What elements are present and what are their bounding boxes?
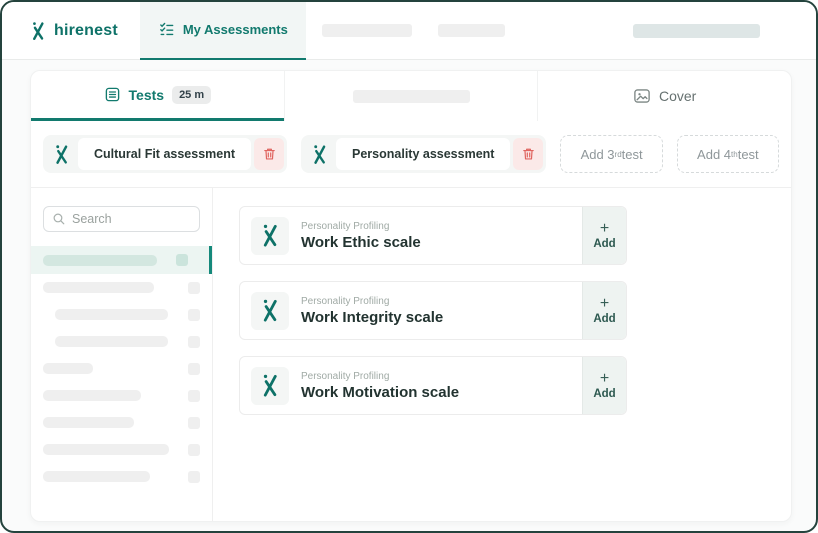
tab-placeholder-bar <box>352 89 470 103</box>
test-category: Personality Profiling <box>301 220 390 232</box>
test-category: Personality Profiling <box>301 295 390 307</box>
nav-tab-label: My Assessments <box>182 22 288 37</box>
add-third-test-button[interactable]: Add 3rd test <box>560 135 663 173</box>
editor-content: Personality Profiling Work Ethic scale +… <box>31 188 791 521</box>
nav-placeholder-2[interactable] <box>437 24 505 37</box>
skeleton-bar <box>43 363 93 374</box>
header-action-placeholder[interactable] <box>633 23 760 38</box>
tab-cover-label: Cover <box>659 88 697 104</box>
skeleton-bar <box>43 254 157 266</box>
search-input[interactable] <box>72 212 191 226</box>
checklist-icon <box>158 21 175 38</box>
brand-name: hirenest <box>54 21 118 39</box>
skeleton-square <box>188 308 200 321</box>
skeleton-square <box>188 416 200 429</box>
skeleton-square <box>176 254 188 266</box>
tab-placeholder[interactable] <box>283 71 538 121</box>
add-fourth-test-button[interactable]: Add 4th test <box>676 135 779 173</box>
tests-list-icon <box>104 86 121 103</box>
category-item[interactable] <box>31 409 212 436</box>
skeleton-bar <box>55 336 168 347</box>
editor-tabs: Tests 25 m Cover <box>31 71 791 121</box>
tab-tests[interactable]: Tests 25 m <box>31 71 284 121</box>
tab-cover[interactable]: Cover <box>537 71 791 121</box>
delete-test-button[interactable] <box>254 138 285 170</box>
skeleton-bar <box>43 390 141 401</box>
ordinal-suffix: rd <box>614 149 622 159</box>
brand-logo[interactable]: hirenest <box>30 21 118 41</box>
search-icon <box>52 212 66 226</box>
test-results-list: Personality Profiling Work Ethic scale +… <box>213 188 791 521</box>
plus-icon: + <box>599 219 610 237</box>
add-button-label: Add <box>593 312 616 325</box>
skeleton-bar <box>55 309 168 320</box>
category-item[interactable] <box>31 328 212 355</box>
plus-icon: + <box>599 294 610 312</box>
add-button-label: Add <box>593 387 616 400</box>
tab-tests-label: Tests <box>128 86 165 103</box>
test-result-card: Personality Profiling Work Ethic scale +… <box>239 206 627 265</box>
skeleton-bar <box>43 444 169 455</box>
category-item[interactable] <box>31 463 212 490</box>
test-title: Work Integrity scale <box>301 308 444 326</box>
test-result-card: Personality Profiling Work Integrity sca… <box>239 281 627 340</box>
hirenest-x-icon <box>46 144 78 165</box>
hirenest-x-icon <box>30 21 47 41</box>
add-slot-text: Add 4 <box>697 146 732 162</box>
trash-icon <box>263 148 275 160</box>
skeleton-square <box>188 362 200 375</box>
skeleton-square <box>188 335 200 348</box>
category-item[interactable] <box>31 301 212 328</box>
category-list <box>31 246 212 490</box>
category-item[interactable] <box>31 382 212 409</box>
category-item[interactable] <box>31 436 212 463</box>
test-title: Work Motivation scale <box>301 383 460 401</box>
delete-test-button[interactable] <box>513 138 544 170</box>
assessment-editor-card: Tests 25 m Cover Cultural Fit assessment… <box>30 70 792 522</box>
skeleton-bar <box>43 282 154 293</box>
skeleton-square <box>188 281 200 294</box>
selected-test-chip[interactable]: Cultural Fit assessment <box>43 135 288 173</box>
skeleton-bar <box>43 417 134 428</box>
add-test-to-assessment-button[interactable]: + Add <box>582 207 626 264</box>
selected-test-name: Personality assessment <box>336 138 511 170</box>
nav-tab-my-assessments[interactable]: My Assessments <box>139 2 306 60</box>
skeleton-square <box>188 443 200 456</box>
search-field[interactable] <box>43 206 200 232</box>
add-slot-text: test <box>737 146 759 162</box>
hirenest-x-icon <box>304 144 336 165</box>
category-item-selected[interactable] <box>31 246 212 274</box>
category-item[interactable] <box>31 274 212 301</box>
skeleton-square <box>188 389 200 402</box>
add-button-label: Add <box>593 237 616 250</box>
top-header: hirenest My Assessments <box>2 2 816 60</box>
ordinal-suffix: th <box>731 149 738 159</box>
add-test-to-assessment-button[interactable]: + Add <box>582 282 626 339</box>
hirenest-x-icon <box>251 291 289 330</box>
hirenest-x-icon <box>251 366 289 405</box>
skeleton-bar <box>43 471 150 482</box>
add-test-to-assessment-button[interactable]: + Add <box>582 357 626 414</box>
duration-badge: 25 m <box>172 85 212 104</box>
test-category: Personality Profiling <box>301 370 390 382</box>
nav-placeholder-1[interactable] <box>321 24 412 37</box>
test-library-sidebar <box>31 188 213 521</box>
selected-test-chip[interactable]: Personality assessment <box>301 135 547 173</box>
app-window: hirenest My Assessments Tests 25 m Cover… <box>0 0 818 533</box>
test-result-card: Personality Profiling Work Motivation sc… <box>239 356 627 415</box>
hirenest-x-icon <box>251 216 289 255</box>
cover-image-icon <box>633 88 651 104</box>
selected-tests-row: Cultural Fit assessment Personality asse… <box>31 121 791 188</box>
test-title: Work Ethic scale <box>301 233 421 251</box>
skeleton-square <box>188 470 200 483</box>
selected-test-name: Cultural Fit assessment <box>78 138 252 170</box>
trash-icon <box>523 148 534 160</box>
add-slot-text: Add 3 <box>580 146 615 162</box>
category-item[interactable] <box>31 355 212 382</box>
plus-icon: + <box>599 369 610 387</box>
add-slot-text: test <box>621 146 643 162</box>
